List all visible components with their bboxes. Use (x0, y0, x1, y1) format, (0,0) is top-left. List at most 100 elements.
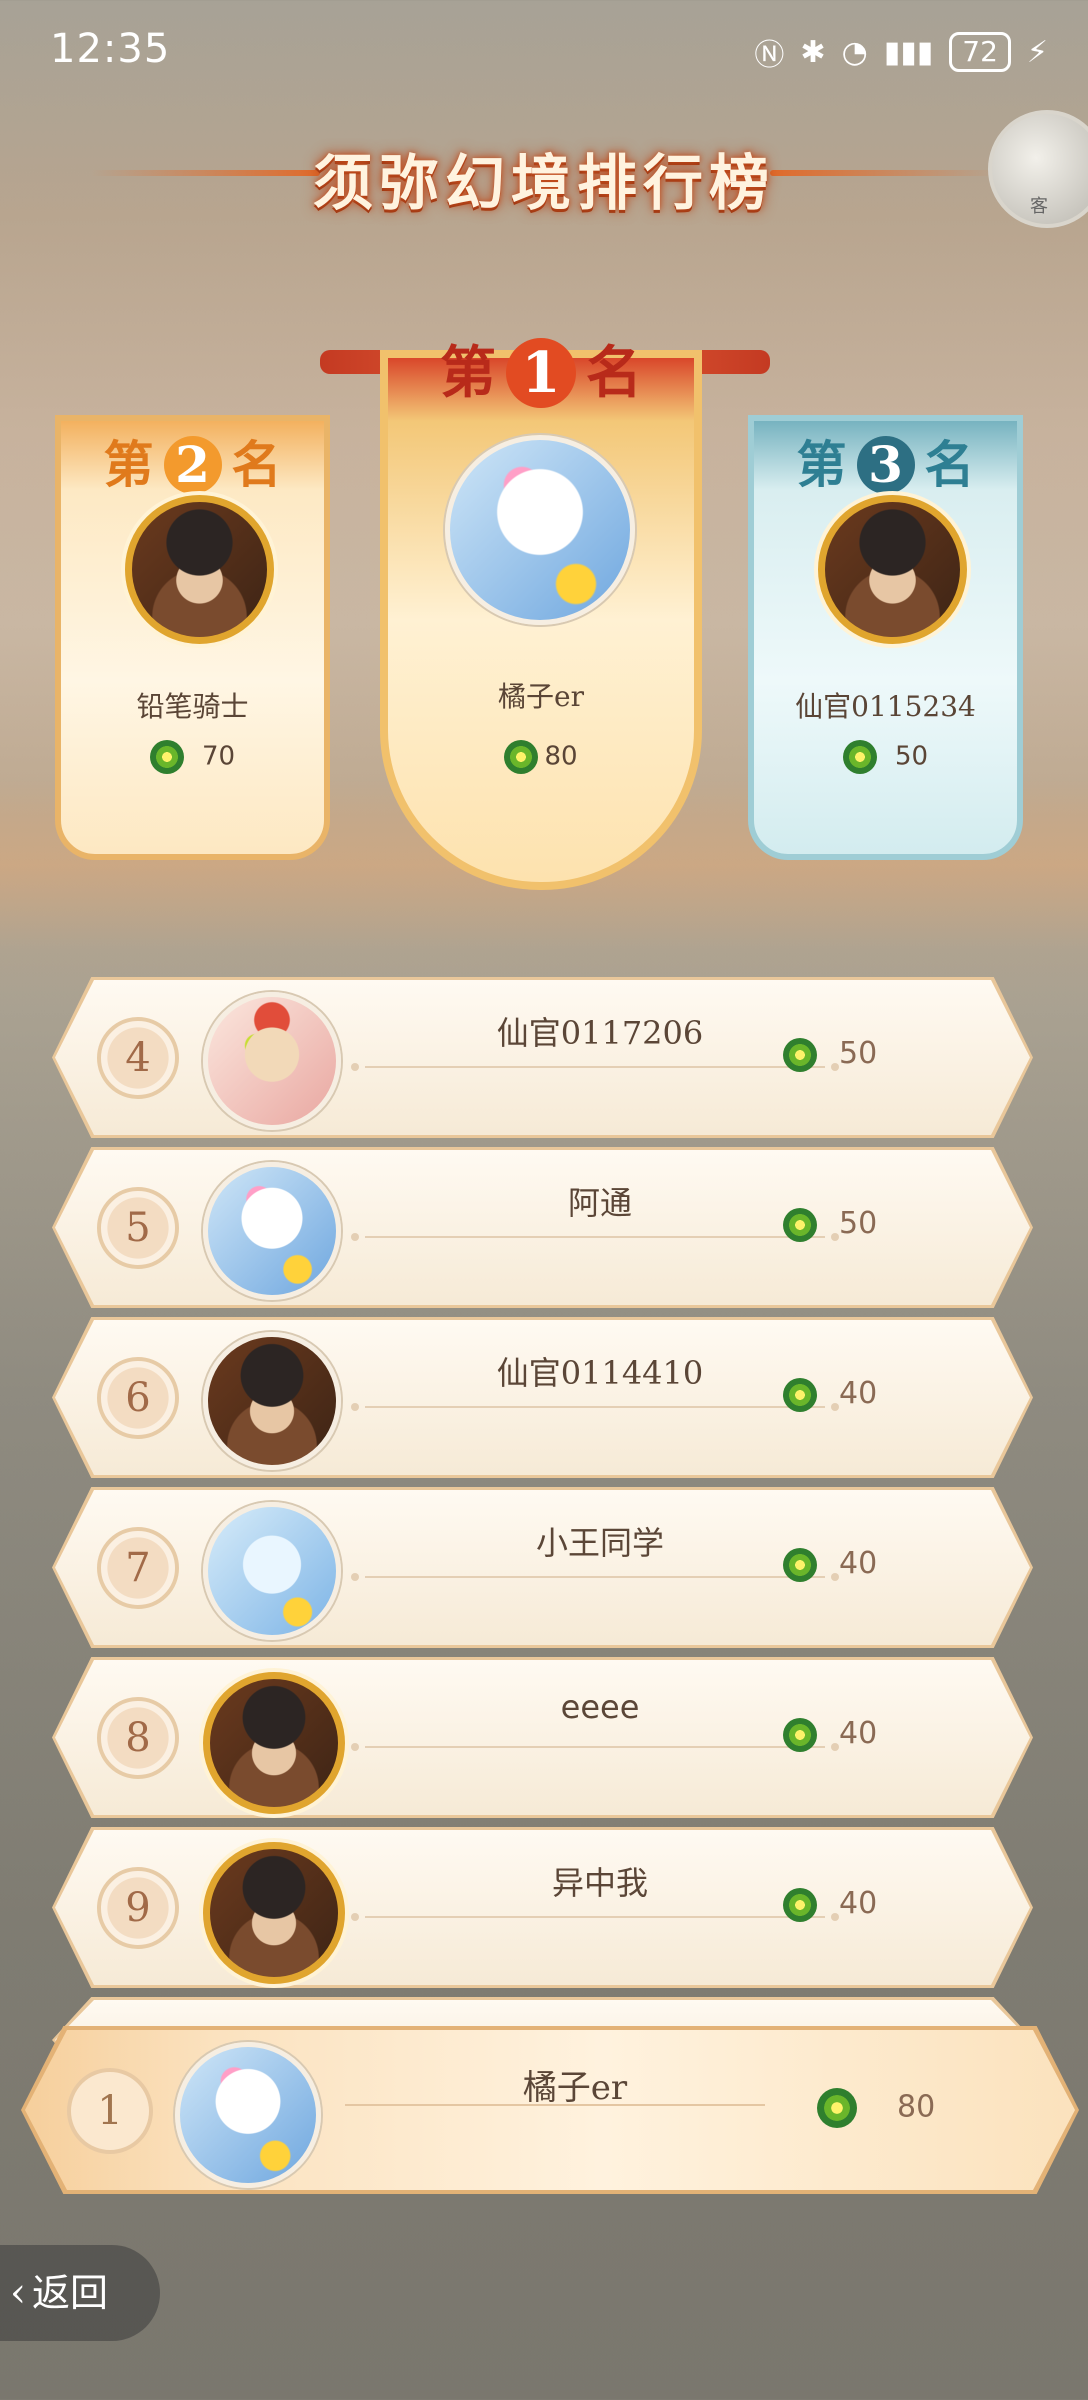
player-score: 50 (783, 1206, 943, 1242)
score-value: 40 (839, 1376, 878, 1411)
rank-title-first: 第1名 (380, 328, 702, 409)
nfc-icon: Ⓝ (754, 38, 785, 73)
avatar-first (445, 435, 635, 625)
back-label: 返回 (32, 2271, 109, 2315)
status-bar: 12:35 Ⓝ ✱ ◔ ▮▮▮ 72 ⚡ (0, 0, 1088, 110)
rank-badge: 9 (97, 1867, 179, 1949)
player-name-third: 仙官0115234 (795, 690, 976, 723)
rank-suffix: 名 (231, 435, 282, 494)
rank-suffix: 名 (586, 340, 642, 406)
jade-coin-icon (783, 1037, 817, 1072)
my-score: 80 (817, 2088, 997, 2128)
player-name-first: 橘子er (498, 680, 584, 713)
player-name: 小王同学 (535, 1524, 664, 1562)
divider (351, 1913, 839, 1921)
ranking-row[interactable]: 8 eeee 40 (52, 1657, 1033, 1818)
player-avatar (203, 1842, 345, 1984)
rank-suffix: 名 (924, 435, 975, 494)
rank-prefix: 第 (440, 340, 496, 406)
player-name-second: 铅笔骑士 (136, 690, 249, 723)
score-value-first: 80 (544, 741, 578, 772)
score-value: 40 (839, 1546, 878, 1581)
back-button[interactable]: ‹ 返回 (0, 2245, 160, 2341)
player-name: 仙官0114410 (496, 1354, 704, 1392)
ranking-row[interactable]: 7 小王同学 40 (52, 1487, 1033, 1648)
rank-prefix: 第 (796, 435, 847, 494)
player-score: 40 (783, 1546, 943, 1582)
jade-coin-icon (783, 1547, 817, 1582)
rank-badge: 6 (97, 1357, 179, 1439)
wifi-icon: ◔ (841, 34, 868, 70)
player-name: 阿通 (567, 1184, 632, 1222)
score-value: 50 (839, 1206, 878, 1241)
divider (351, 1233, 839, 1241)
my-score-value: 80 (897, 2089, 936, 2125)
bluetooth-icon: ✱ (800, 34, 826, 70)
jade-coin-icon (783, 1717, 817, 1752)
page-title: 须弥幻境排行榜 (313, 149, 775, 219)
score-first: 80 (380, 740, 702, 774)
player-name: eeee (560, 1688, 640, 1726)
score-value-third: 50 (894, 741, 929, 772)
podium-second[interactable]: 第2名 铅笔骑士 70 (55, 415, 330, 860)
charging-icon: ⚡ (1026, 34, 1048, 70)
score-third: 50 (748, 740, 1023, 774)
player-score: 40 (783, 1886, 943, 1922)
jade-coin-icon (149, 740, 184, 774)
player-score: 40 (783, 1716, 943, 1752)
avatar-third (818, 495, 967, 644)
rank-number-second: 2 (163, 436, 222, 494)
battery-indicator: 72 (949, 32, 1011, 72)
ranking-row[interactable]: 4 仙官0117206 50 (52, 977, 1033, 1138)
rank-number-first: 1 (506, 338, 576, 408)
score-second: 70 (55, 740, 330, 774)
rank-number-third: 3 (856, 436, 915, 494)
score-value: 40 (839, 1886, 878, 1921)
rank-badge: 5 (97, 1187, 179, 1269)
chevron-left-icon: ‹ (10, 2270, 26, 2316)
divider (351, 1063, 839, 1071)
jade-coin-icon (783, 1207, 817, 1242)
rank-badge: 8 (97, 1697, 179, 1779)
ranking-row[interactable]: 6 仙官0114410 40 (52, 1317, 1033, 1478)
rank-badge: 4 (97, 1017, 179, 1099)
status-time: 12:35 (50, 26, 171, 72)
guest-label: 客 (1030, 196, 1048, 217)
player-avatar (203, 1162, 341, 1300)
rank-badge: 7 (97, 1527, 179, 1609)
player-score: 40 (783, 1376, 943, 1412)
my-rank-row[interactable]: 1 橘子er 80 (21, 2026, 1079, 2194)
avatar-second (125, 495, 274, 644)
score-value: 50 (839, 1036, 878, 1071)
my-avatar (175, 2042, 321, 2188)
divider (351, 1573, 839, 1581)
player-score: 50 (783, 1036, 943, 1072)
ranking-row[interactable]: 9 异中我 40 (52, 1827, 1033, 1988)
jade-coin-icon (783, 1887, 817, 1922)
rank-title-second: 第2名 (55, 425, 330, 497)
player-avatar (203, 992, 341, 1130)
divider (351, 1403, 839, 1411)
status-icons: Ⓝ ✱ ◔ ▮▮▮ 72 ⚡ (754, 30, 1048, 74)
ranking-row[interactable]: 5 阿通 50 (52, 1147, 1033, 1308)
player-name: 异中我 (551, 1864, 648, 1902)
podium-first[interactable]: 第1名 橘子er 80 (380, 338, 702, 890)
signal-icon: ▮▮▮ (883, 34, 934, 70)
my-name: 橘子er (522, 2068, 628, 2108)
rank-prefix: 第 (103, 435, 154, 494)
rank-title-third: 第3名 (748, 425, 1023, 497)
jade-coin-icon (504, 740, 539, 774)
jade-coin-icon (783, 1377, 817, 1412)
my-rank-badge: 1 (67, 2068, 153, 2154)
player-name: 仙官0117206 (496, 1014, 704, 1052)
player-avatar (203, 1672, 345, 1814)
jade-coin-icon (817, 2088, 857, 2128)
player-avatar (203, 1332, 341, 1470)
podium-third[interactable]: 第3名 仙官0115234 50 (748, 415, 1023, 860)
player-avatar (203, 1502, 341, 1640)
score-value-second: 70 (201, 741, 236, 772)
score-value: 40 (839, 1716, 878, 1751)
divider (345, 2104, 765, 2106)
divider (351, 1743, 839, 1751)
jade-coin-icon (842, 740, 877, 774)
